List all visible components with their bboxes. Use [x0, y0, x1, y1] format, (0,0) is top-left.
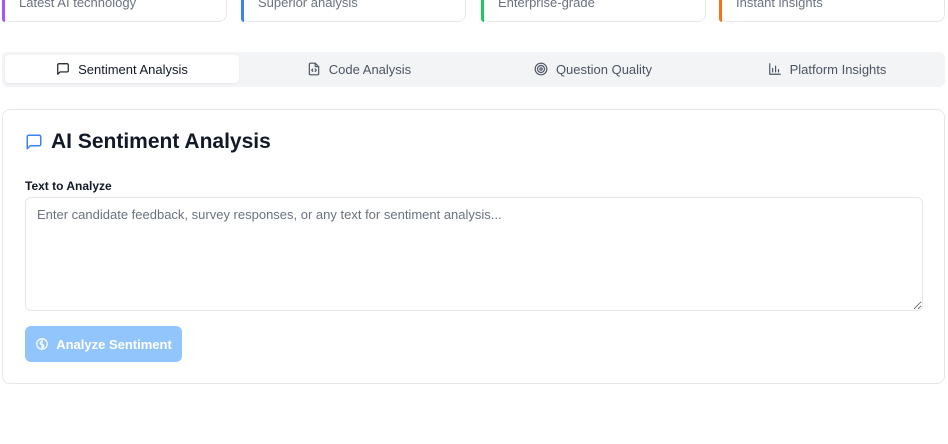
tab-label: Platform Insights — [789, 61, 887, 77]
brain-icon — [36, 338, 49, 350]
bar-chart-icon — [768, 63, 781, 75]
stat-card-subtitle: Latest AI technology — [19, 0, 137, 10]
message-square-icon — [26, 134, 42, 150]
stat-card-subtitle: Instant insights — [736, 0, 823, 10]
tab-label: Code Analysis — [328, 61, 412, 77]
tab-platform-insights[interactable]: Platform Insights — [710, 55, 944, 83]
stat-card-ai: Latest AI technology — [2, 0, 227, 22]
tab-sentiment-analysis[interactable]: Sentiment Analysis — [5, 55, 239, 83]
stat-cards-row: Latest AI technology Superior analysis E… — [0, 0, 948, 22]
file-code-icon — [308, 62, 320, 76]
stat-card-subtitle: Enterprise-grade — [498, 0, 595, 10]
tab-code-analysis[interactable]: Code Analysis — [242, 55, 476, 83]
tab-label: Sentiment Analysis — [78, 61, 188, 77]
panel-title: AI Sentiment Analysis — [25, 130, 271, 154]
stat-card-subtitle: Superior analysis — [258, 0, 358, 10]
stat-card-analysis: Superior analysis — [241, 0, 466, 22]
tab-question-quality[interactable]: Question Quality — [476, 55, 710, 83]
stat-card-accent — [481, 0, 484, 22]
analysis-tabs: Sentiment Analysis Code Analysis Questio… — [2, 52, 945, 87]
analyze-sentiment-button[interactable]: Analyze Sentiment — [25, 326, 182, 362]
stat-card-accent — [241, 0, 244, 22]
text-to-analyze-input[interactable] — [25, 197, 923, 311]
stat-card-insights: Instant insights — [719, 0, 945, 22]
stat-card-enterprise: Enterprise-grade — [481, 0, 706, 22]
sentiment-analysis-panel: AI Sentiment Analysis Text to Analyze An… — [2, 109, 945, 384]
tab-label: Question Quality — [555, 61, 653, 77]
message-square-icon — [57, 63, 69, 75]
text-to-analyze-label: Text to Analyze — [25, 179, 112, 193]
button-label: Analyze Sentiment — [56, 336, 172, 352]
stat-card-accent — [719, 0, 722, 22]
panel-title-text: AI Sentiment Analysis — [51, 130, 271, 153]
target-icon — [534, 62, 548, 76]
stat-card-accent — [2, 0, 5, 22]
